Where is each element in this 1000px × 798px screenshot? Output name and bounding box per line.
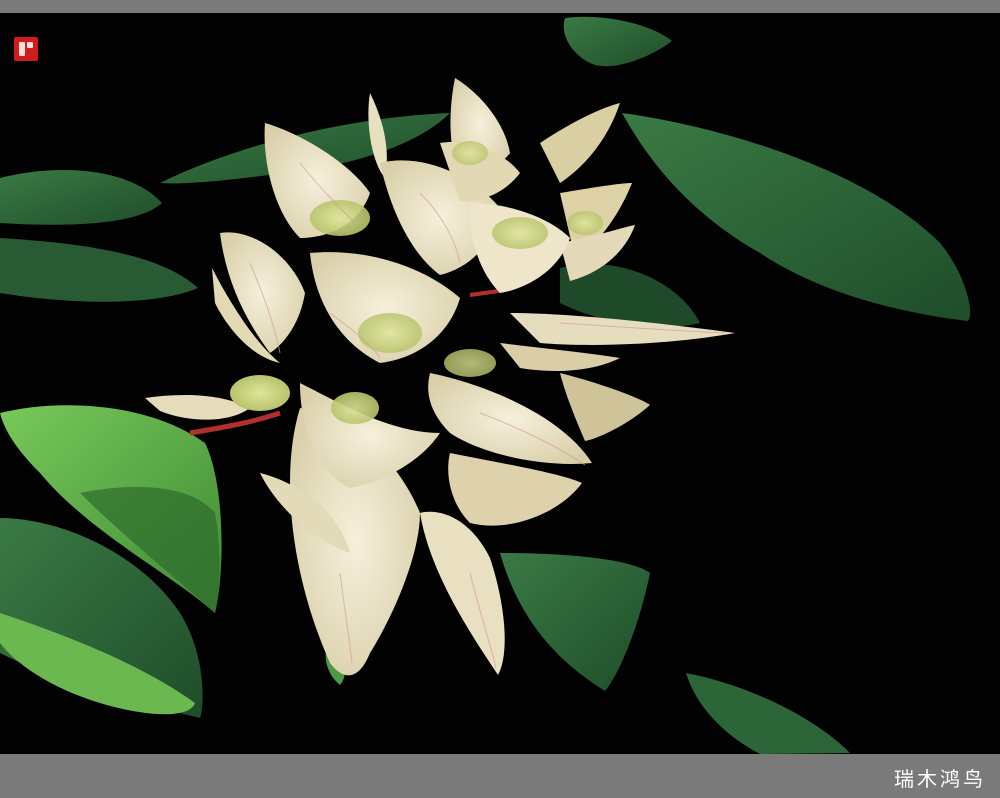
flower-photo <box>0 13 1000 754</box>
leaf-bottom-center <box>500 553 650 691</box>
bract-center <box>358 313 422 353</box>
leaf-bottom-right <box>686 673 850 754</box>
photographer-signature: 瑞木鸿鸟 <box>894 767 986 791</box>
bract-center <box>331 392 379 424</box>
bract-center <box>492 217 548 249</box>
bract <box>420 511 505 675</box>
leaf-top-small <box>563 16 672 67</box>
photo-frame: 瑞木鸿鸟 <box>0 0 1000 798</box>
leaf-left-upper <box>0 170 162 225</box>
bract <box>500 343 620 371</box>
leaf-left-mid <box>0 238 198 302</box>
bract-center <box>567 211 603 235</box>
leaf-top-right-large <box>622 113 971 321</box>
flower-illustration <box>0 16 971 754</box>
bract <box>448 453 582 526</box>
bract-center <box>444 349 496 377</box>
bract-center <box>310 200 370 236</box>
frame-top-border <box>0 0 1000 13</box>
bract-center <box>452 141 488 165</box>
bract <box>560 373 650 441</box>
frame-bottom-border: 瑞木鸿鸟 <box>0 754 1000 798</box>
artist-seal <box>14 37 38 61</box>
bract <box>540 103 620 183</box>
bract-center <box>230 375 290 411</box>
